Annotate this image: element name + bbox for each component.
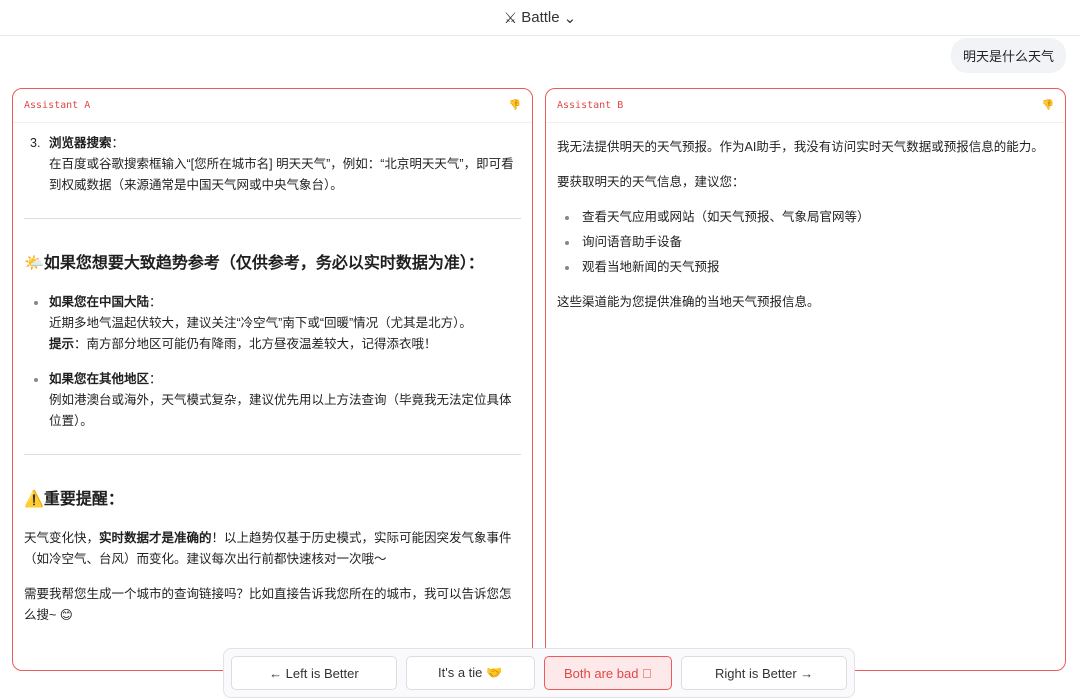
- tie-button[interactable]: It's a tie 🤝: [405, 656, 535, 690]
- mode-title: Battle: [521, 9, 560, 26]
- warning-heading: ⚠️重要提醒：: [24, 491, 124, 508]
- assistant-a-response[interactable]: 3. 浏览器搜索： 在百度或谷歌搜索框输入“[您所在城市名] 明天天气”，例如：“北…: [13, 123, 532, 650]
- swords-icon: ⚔: [503, 9, 518, 27]
- paragraph: 要获取明天的天气信息，建议您：: [557, 175, 745, 189]
- list-item: 查看天气应用或网站（如天气预报、气象局官网等）: [557, 207, 1054, 228]
- battle-mode-selector[interactable]: ⚔ Battle ⌄: [0, 0, 1080, 36]
- closing-text: 需要我帮您生成一个城市的查询链接吗？比如直接告诉我您所在的城市，我可以告诉您怎么…: [24, 587, 512, 622]
- item-title: 如果您在其他地区: [49, 372, 150, 386]
- user-message: 明天是什么天气: [950, 38, 1066, 73]
- item-text: 例如港澳台或海外，天气模式复杂，建议优先用以上方法查询（毕竟我无法定位具体位置）…: [49, 393, 512, 428]
- paragraph: 我无法提供明天的天气预报。作为AI助手，我没有访问实时天气数据或预报信息的能力。: [557, 140, 1044, 154]
- assistant-b-label: Assistant B: [557, 100, 624, 111]
- paragraph: 这些渠道能为您提供准确的当地天气预报信息。: [557, 295, 820, 309]
- divider: [24, 218, 521, 219]
- thumbs-down-icon[interactable]: 👎: [509, 100, 521, 111]
- tip-text: ：南方部分地区可能仍有降雨，北方昼夜温差较大，记得添衣哦！: [74, 337, 437, 351]
- list-item: 观看当地新闻的天气预报: [557, 257, 1054, 278]
- chevron-down-icon: ⌄: [563, 9, 577, 27]
- item-title: 浏览器搜索: [49, 136, 112, 150]
- list-item: 询问语音助手设备: [557, 232, 1054, 253]
- both-bad-button[interactable]: Both are bad ⃠: [543, 656, 673, 690]
- trend-heading: 🌤️如果您想要大致趋势参考（仅供参考，务必以实时数据为准）：: [24, 255, 484, 272]
- thumbs-down-icon[interactable]: 👎: [1042, 100, 1054, 111]
- item-text: 近期多地气温起伏较大，建议关注“冷空气”南下或“回暖”情况（尤其是北方）。: [49, 316, 472, 330]
- assistant-a-panel: Assistant A 👎 3. 浏览器搜索： 在百度或谷歌搜索框输入“[您所在城市名…: [12, 88, 533, 671]
- vote-bar: ← Left is Better It's a tie 🤝 Both are b…: [223, 648, 855, 698]
- left-is-better-button[interactable]: ← Left is Better: [231, 656, 397, 690]
- assistant-a-label: Assistant A: [24, 100, 91, 111]
- tip-label: 提示: [49, 337, 75, 351]
- right-is-better-button[interactable]: Right is Better →: [681, 656, 847, 690]
- assistant-b-panel: Assistant B 👎 我无法提供明天的天气预报。作为AI助手，我没有访问实时…: [545, 88, 1066, 671]
- divider: [24, 454, 521, 455]
- list-number: 3.: [30, 136, 41, 150]
- assistant-b-response[interactable]: 我无法提供明天的天气预报。作为AI助手，我没有访问实时天气数据或预报信息的能力。…: [546, 123, 1065, 337]
- item-text: 在百度或谷歌搜索框输入“[您所在城市名] 明天天气”，例如：“北京明天天气”，即…: [49, 157, 514, 192]
- item-title: 如果您在中国大陆: [49, 295, 150, 309]
- warn-bold: 实时数据才是准确的: [99, 531, 212, 545]
- colon: ：: [111, 136, 125, 150]
- warn-text: 天气变化快，: [24, 531, 100, 545]
